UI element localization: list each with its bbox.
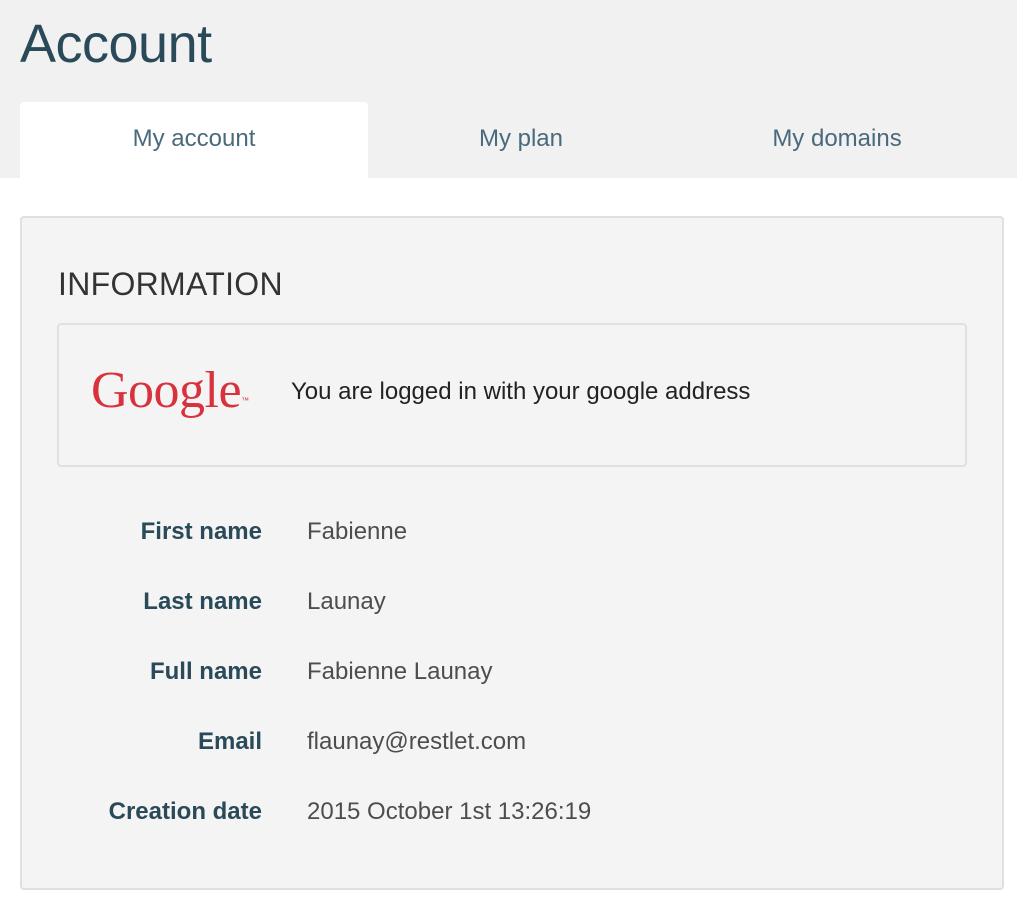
full-name-value: Fabienne Launay: [307, 658, 493, 685]
page-header: Account My account My plan My domains: [0, 0, 1017, 178]
creation-date-label: Creation date: [108, 798, 262, 825]
email-label: Email: [197, 728, 262, 755]
google-logo-trademark: ™: [241, 396, 249, 405]
google-logo: Google™: [91, 361, 249, 421]
tab-my-plan[interactable]: My plan: [368, 102, 674, 178]
email-value: flaunay@restlet.com: [307, 728, 527, 755]
first-name-value: Fabienne: [307, 518, 408, 545]
tab-my-plan-label: My plan: [478, 125, 564, 152]
tab-my-domains-label: My domains: [772, 125, 902, 152]
information-panel: INFORMATION Google™ You are logged in wi…: [20, 216, 1004, 890]
tab-my-account-label: My account: [132, 125, 256, 152]
creation-date-value: 2015 October 1st 13:26:19: [307, 798, 592, 825]
info-row-first-name: First name Fabienne: [22, 516, 1002, 550]
tab-my-domains[interactable]: My domains: [674, 102, 1000, 178]
info-row-email: Email flaunay@restlet.com: [22, 726, 1002, 760]
info-row-creation-date: Creation date 2015 October 1st 13:26:19: [22, 796, 1002, 830]
information-title: INFORMATION: [58, 266, 283, 302]
account-tabs: My account My plan My domains: [20, 102, 1000, 178]
google-login-notice: Google™ You are logged in with your goog…: [57, 323, 967, 467]
full-name-label: Full name: [149, 658, 262, 685]
google-logo-text: Google: [91, 362, 242, 419]
tab-my-account[interactable]: My account: [20, 102, 368, 178]
first-name-label: First name: [140, 518, 262, 545]
last-name-value: Launay: [307, 588, 386, 615]
page-title: Account: [20, 14, 212, 74]
google-login-message: You are logged in with your google addre…: [291, 378, 751, 405]
info-row-full-name: Full name Fabienne Launay: [22, 656, 1002, 690]
info-row-last-name: Last name Launay: [22, 586, 1002, 620]
last-name-label: Last name: [143, 588, 262, 615]
